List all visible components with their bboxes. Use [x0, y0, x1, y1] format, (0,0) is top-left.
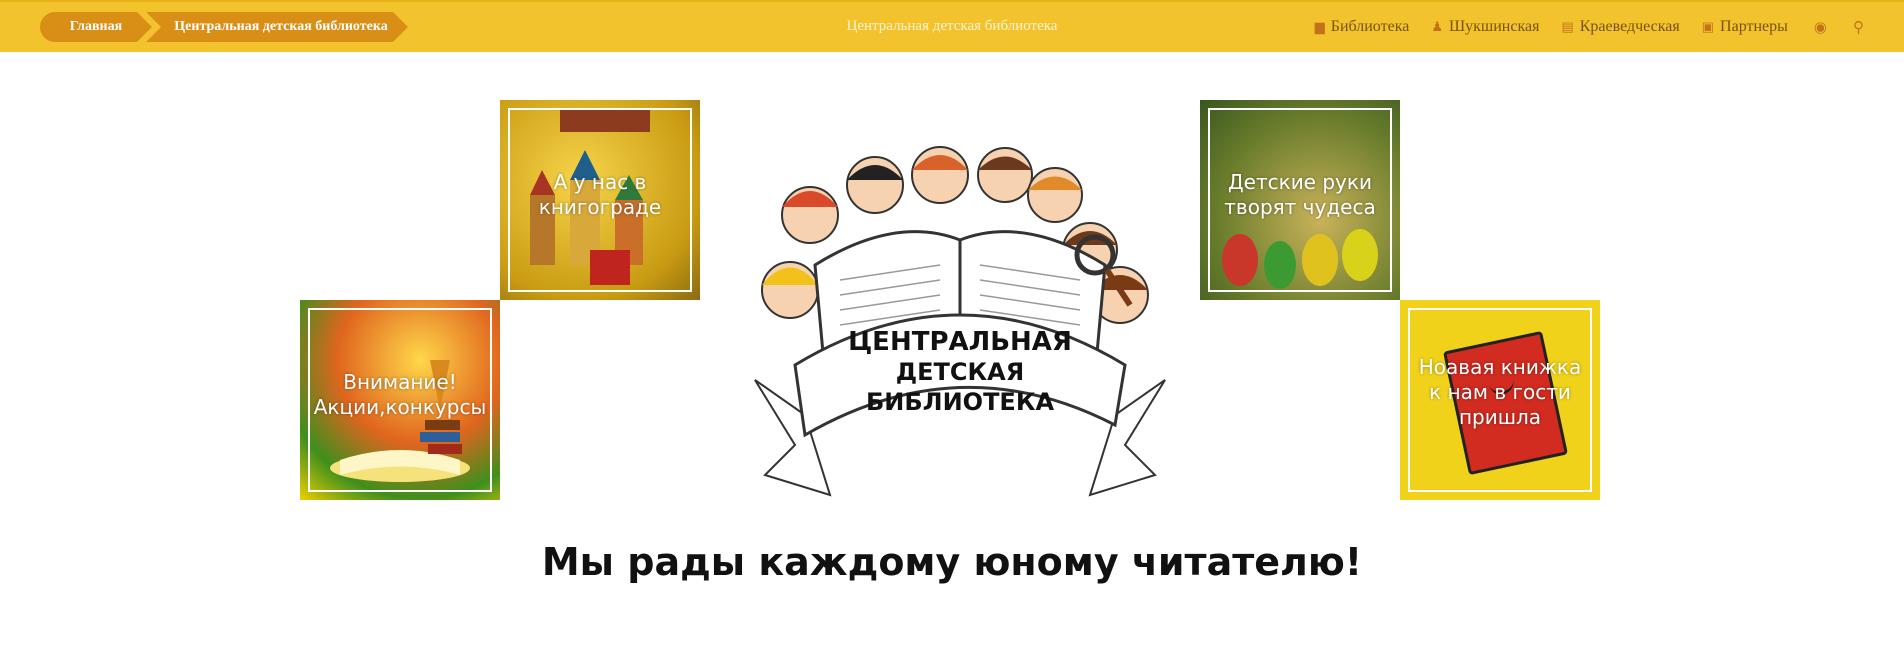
tile-new-book[interactable]: Ноавая книжка к нам в гости пришла	[1400, 300, 1600, 500]
person-icon: ♟	[1431, 19, 1443, 34]
tile-label: Детские руки творят чудеса	[1224, 170, 1376, 219]
nav-item-partners[interactable]: ▣ Партнеры	[1702, 18, 1788, 36]
logo-line-3: БИБЛИОТЕКА	[866, 388, 1054, 416]
search-icon[interactable]: ⚲	[1853, 18, 1864, 36]
slogan-heading: Мы рады каждому юному читателю!	[541, 540, 1363, 584]
tile-kids-hands[interactable]: Детские руки творят чудеса	[1200, 100, 1400, 300]
nav-item-kraevedcheskaya[interactable]: ▤ Краеведческая	[1561, 18, 1679, 36]
nav-item-library[interactable]: ▆ Библиотека	[1315, 18, 1410, 36]
user-circle-icon[interactable]: ◉	[1814, 18, 1827, 36]
nav-item-label: Библиотека	[1330, 18, 1410, 35]
top-bar: Главная Центральная детская библиотека Ц…	[0, 0, 1904, 52]
main-nav: ▆ Библиотека ♟ Шукшинская ▤ Краеведческа…	[1293, 18, 1864, 36]
book-icon: ▆	[1314, 19, 1325, 34]
tile-label: Внимание! Акции,конкурсы	[313, 370, 487, 419]
logo-line-2: ДЕТСКАЯ	[896, 358, 1024, 386]
logo-line-1: ЦЕНТРАЛЬНАЯ	[848, 327, 1072, 357]
tile-label: Ноавая книжка к нам в гости пришла	[1418, 355, 1582, 429]
tile-knigograd[interactable]: А у нас в книгограде	[500, 100, 700, 300]
nav-item-label: Партнеры	[1720, 18, 1788, 35]
nav-item-label: Шукшинская	[1448, 18, 1540, 35]
nav-item-shukshinskaya[interactable]: ♟ Шукшинская	[1431, 18, 1539, 36]
contact-icon: ▣	[1701, 19, 1715, 34]
nav-item-label: Краеведческая	[1579, 18, 1680, 35]
document-icon: ▤	[1561, 19, 1574, 34]
tile-promotions[interactable]: Внимание! Акции,конкурсы	[300, 300, 500, 500]
tile-label: А у нас в книгограде	[538, 170, 662, 219]
library-logo: ЦЕНТРАЛЬНАЯ ДЕТСКАЯ БИБЛИОТЕКА	[754, 146, 1166, 497]
